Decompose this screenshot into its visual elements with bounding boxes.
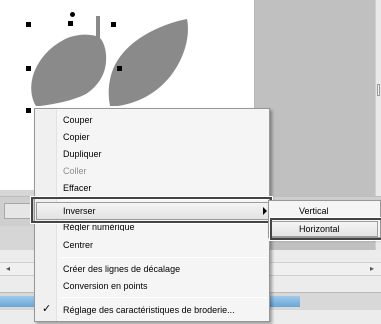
menu-separator bbox=[61, 199, 267, 200]
context-menu: Couper Copier Dupliquer Coller Effacer I… bbox=[34, 108, 270, 322]
rotation-handle[interactable] bbox=[70, 12, 75, 17]
menu-item-conversion-points[interactable]: Conversion en points bbox=[63, 279, 148, 293]
menu-item-copier[interactable]: Copier bbox=[63, 130, 90, 144]
submenu-item-horizontal[interactable]: Horizontal bbox=[299, 222, 340, 236]
selection-handle-bottom-left[interactable] bbox=[26, 108, 31, 113]
scroll-left-arrow-icon[interactable]: ◂ bbox=[2, 263, 14, 275]
menu-item-dupliquer[interactable]: Dupliquer bbox=[63, 147, 102, 161]
menu-item-reglage-caracteristiques[interactable]: Réglage des caractéristiques de broderie… bbox=[63, 303, 235, 317]
inverser-submenu: Vertical Horizontal bbox=[268, 200, 381, 238]
selection-handle-top-center[interactable] bbox=[68, 21, 73, 26]
menu-item-centrer[interactable]: Centrer bbox=[63, 238, 93, 252]
menu-item-couper[interactable]: Couper bbox=[63, 113, 93, 127]
scroll-right-arrow-icon[interactable]: ▸ bbox=[366, 263, 378, 275]
leaf-shape-left[interactable] bbox=[31, 16, 107, 106]
menu-item-creer-lignes-decalage[interactable]: Créer des lignes de décalage bbox=[63, 262, 180, 276]
menu-item-coller[interactable]: Coller bbox=[63, 164, 87, 178]
submenu-item-vertical[interactable]: Vertical bbox=[299, 204, 329, 218]
checkmark-icon: ✓ bbox=[42, 303, 52, 315]
selection-handle-middle-right[interactable] bbox=[117, 66, 122, 71]
panel-splitter-grip[interactable] bbox=[377, 84, 380, 96]
selection-handle-middle-left[interactable] bbox=[26, 66, 31, 71]
selection-handle-top-left[interactable] bbox=[26, 22, 31, 27]
menu-item-inverser[interactable]: Inverser bbox=[63, 204, 96, 218]
menu-item-effacer[interactable]: Effacer bbox=[63, 181, 91, 195]
leaf-shape-right[interactable] bbox=[108, 19, 188, 106]
selection-handle-top-right[interactable] bbox=[111, 22, 116, 27]
menu-separator bbox=[61, 257, 267, 258]
menu-item-regler-numerique[interactable]: Régler numérique bbox=[63, 223, 135, 231]
menu-separator bbox=[61, 297, 267, 298]
triangle-right-icon bbox=[263, 207, 267, 215]
panel-thumb[interactable] bbox=[4, 203, 32, 219]
